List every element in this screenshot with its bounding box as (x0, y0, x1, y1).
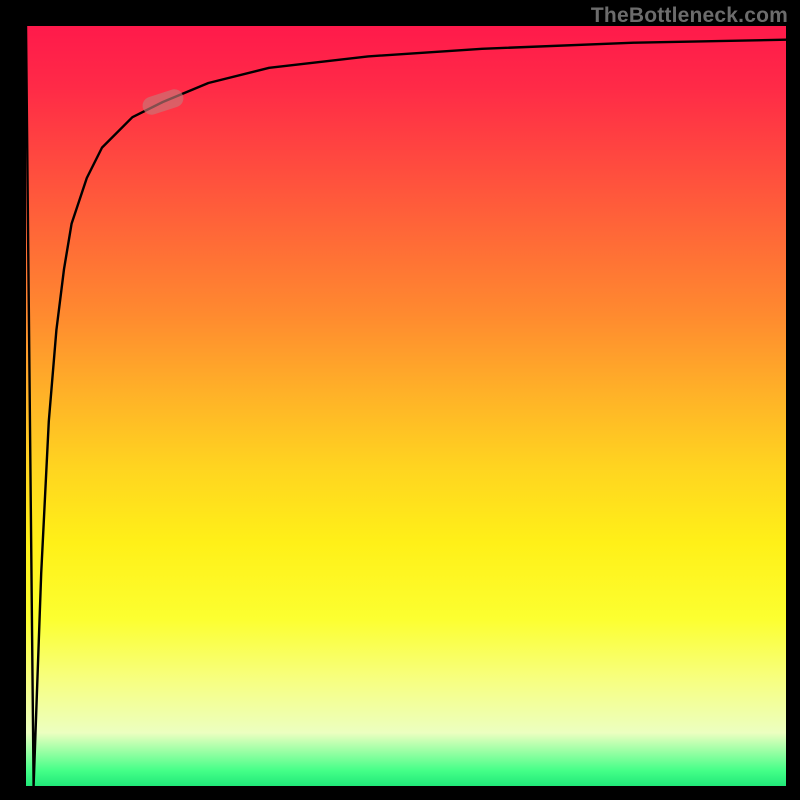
watermark-text: TheBottleneck.com (591, 4, 788, 28)
plot-background (26, 26, 786, 786)
chart-frame: TheBottleneck.com (0, 0, 800, 800)
